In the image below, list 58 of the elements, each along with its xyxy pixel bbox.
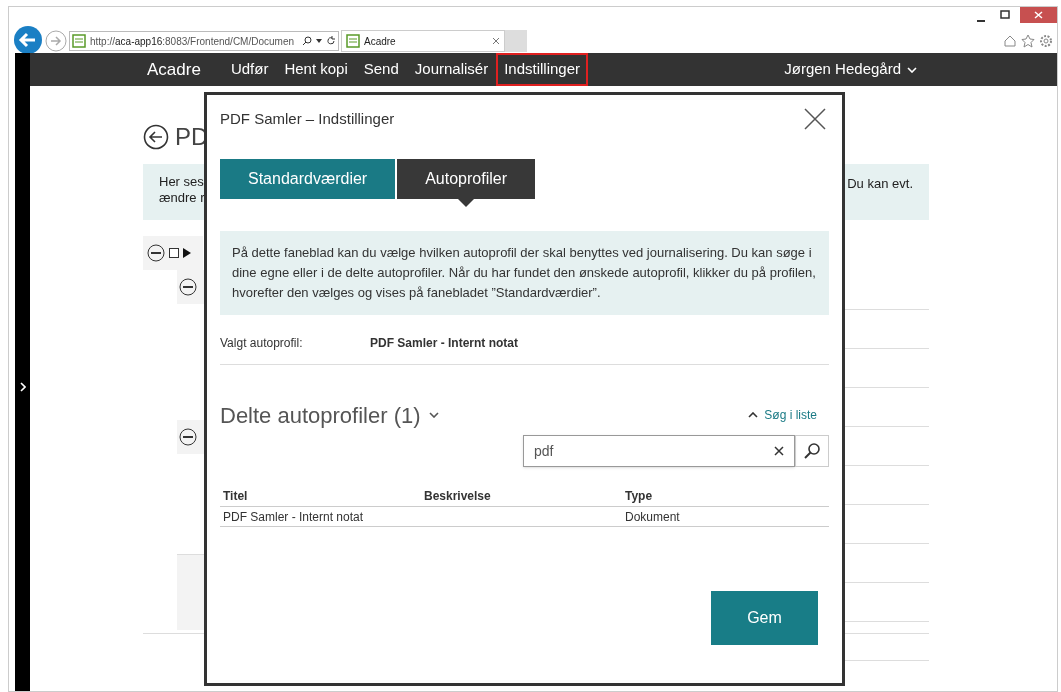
close-icon[interactable] [803, 107, 827, 131]
chevron-right-icon[interactable] [19, 382, 26, 392]
save-button[interactable]: Gem [711, 591, 818, 645]
nav-item[interactable]: Send [355, 53, 407, 86]
search-button[interactable] [795, 435, 829, 467]
collapse-icon[interactable] [147, 244, 165, 262]
chevron-down-icon [428, 412, 439, 418]
section-toggle[interactable]: Delte autoprofiler (1) [220, 398, 439, 432]
info-text: Her ses [159, 174, 205, 190]
field-label: Valgt autoprofil: [220, 334, 304, 352]
table-cell-text: PDF Samler - Internt notat [222, 508, 365, 526]
collapse-icon[interactable] [179, 428, 197, 446]
home-icon[interactable] [1003, 34, 1017, 48]
tab-title: Acadre [364, 34, 396, 49]
search-toggle-link[interactable]: Søg i liste [748, 406, 829, 424]
search-value: pdf [534, 441, 554, 461]
refresh-icon[interactable] [326, 36, 336, 46]
close-icon[interactable] [492, 37, 500, 45]
nav-item[interactable]: Journalisér [406, 53, 497, 86]
nav-item[interactable]: Udfør [222, 53, 277, 86]
column-header: Beskrivelse [423, 487, 492, 505]
url-text: http://aca-app16:8083/Frontend/CM/Documen [90, 34, 294, 49]
chevron-down-icon [907, 66, 917, 73]
back-icon[interactable] [13, 25, 43, 55]
clear-icon[interactable] [774, 446, 784, 456]
page-icon [72, 34, 86, 48]
settings-icon[interactable] [1039, 34, 1053, 48]
info-text: ændre r [159, 190, 205, 206]
checkbox[interactable] [169, 248, 179, 258]
user-menu[interactable]: Jørgen Hedegård [784, 58, 917, 81]
caret-icon[interactable] [315, 37, 323, 45]
tab[interactable]: Standardværdier [220, 159, 396, 199]
nav-item[interactable]: Hent kopi [276, 53, 356, 86]
column-header: Type [624, 487, 654, 505]
chevron-up-icon [748, 412, 759, 418]
star-icon[interactable] [1021, 34, 1035, 48]
back-circle-icon[interactable] [143, 124, 169, 150]
info-text: På dette faneblad kan du vælge hvilken autoprofil der skal benyttes ved journalisering. Du kan søge i dine egne eller i de delte autoprofiler. Når du har fundet den ønskede autoprofil, klikker du på profilen, hvorefter den vælges og vises på fanebladet ”Standardværdier”. [232, 244, 817, 302]
table-row[interactable]: PDF Samler - Internt notat Dokument [220, 507, 829, 527]
nav-item[interactable]: Indstillinger [496, 53, 589, 86]
address-bar[interactable]: http://aca-app16:8083/Frontend/CM/Documen [69, 31, 339, 51]
field-value: PDF Samler - Internt notat [370, 334, 518, 352]
column-header: Titel [222, 487, 249, 505]
search-icon[interactable] [302, 36, 312, 46]
search-field[interactable]: pdf [523, 435, 795, 467]
table-cell-text: Dokument [624, 508, 681, 526]
collapse-icon[interactable] [179, 278, 197, 296]
tab[interactable]: Autoprofiler [397, 159, 535, 199]
maximize-icon[interactable] [1000, 10, 1010, 20]
tab-pointer [458, 199, 475, 207]
dialog-title: PDF Samler – Indstillinger [220, 108, 395, 129]
browser-tab[interactable]: Acadre [341, 30, 505, 52]
play-icon[interactable] [183, 248, 191, 258]
close-icon[interactable] [1020, 7, 1057, 23]
page-icon [346, 34, 360, 48]
brand-logo[interactable]: Acadre [147, 56, 201, 83]
search-icon [803, 442, 821, 460]
info-text: Du kan evt. [847, 175, 913, 193]
